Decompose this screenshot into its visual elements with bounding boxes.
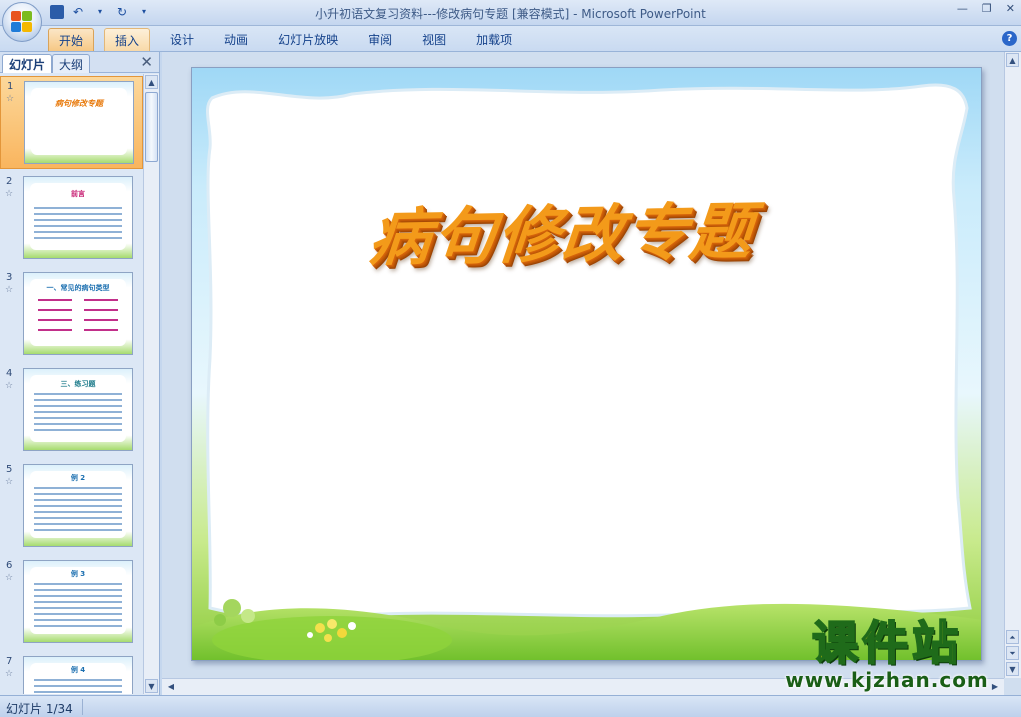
ribbon-tabs: 开始 插入 设计 动画 幻灯片放映 审阅 视图 加载项	[48, 28, 532, 51]
slide-thumbnail-6[interactable]: 6 ☆ 例 3	[0, 556, 143, 649]
scroll-down-arrow-icon[interactable]: ▼	[1006, 662, 1019, 676]
thumbnail-image: 例 3	[23, 560, 133, 643]
slide-number: 3	[6, 272, 13, 283]
next-slide-icon[interactable]: ⏷	[1006, 646, 1019, 660]
animation-star-icon: ☆	[5, 477, 14, 487]
minimize-button[interactable]: —	[957, 2, 968, 15]
office-button[interactable]	[2, 2, 42, 42]
tab-addins[interactable]: 加载项	[466, 28, 522, 51]
tab-slideshow[interactable]: 幻灯片放映	[268, 28, 348, 51]
window-controls: — ❐ ✕	[957, 2, 1015, 15]
slide-number: 2	[6, 176, 13, 187]
scroll-left-arrow-icon[interactable]: ◀	[164, 680, 178, 693]
thumbnail-image: 例 4	[23, 656, 133, 694]
tab-review[interactable]: 审阅	[358, 28, 402, 51]
ribbon: 开始 插入 设计 动画 幻灯片放映 审阅 视图 加载项 ?	[0, 26, 1021, 52]
scroll-up-arrow-icon[interactable]: ▲	[1006, 53, 1019, 67]
animation-star-icon: ☆	[5, 285, 14, 295]
scroll-down-arrow-icon[interactable]: ▼	[145, 679, 158, 693]
animation-star-icon: ☆	[6, 94, 15, 104]
tab-slides[interactable]: 幻灯片	[2, 54, 53, 73]
tab-design[interactable]: 设计	[160, 28, 204, 51]
slide-editor: 病句修改专题 ▲ ⏶ ⏷ ▼ ◀ ▶	[162, 52, 1021, 695]
help-icon[interactable]: ?	[1002, 31, 1017, 46]
slide-title[interactable]: 病句修改专题	[348, 180, 777, 277]
thumbnail-image: 例 2	[23, 464, 133, 547]
slide-thumbnail-1[interactable]: 1 ☆ 病句修改专题	[0, 76, 143, 169]
tab-insert[interactable]: 插入	[104, 28, 151, 51]
animation-star-icon: ☆	[5, 669, 14, 679]
slide-number: 6	[6, 560, 13, 571]
thumbnail-list: 1 ☆ 病句修改专题 2 ☆ 前言 3 ☆ 一、常见的病句类型 4 ☆ 三、练习…	[0, 74, 143, 694]
office-logo-icon	[11, 11, 33, 33]
slide-thumbnail-2[interactable]: 2 ☆ 前言	[0, 172, 143, 265]
watermark-url: www.kjzhan.com	[785, 668, 989, 692]
animation-star-icon: ☆	[5, 189, 14, 199]
animation-star-icon: ☆	[5, 381, 14, 391]
thumbnail-title: 例 4	[70, 666, 86, 674]
slide-vertical-scrollbar[interactable]: ▲ ⏶ ⏷ ▼	[1004, 52, 1021, 678]
title-bar: ↶ ▾ ↻ ▾ 小升初语文复习资料---修改病句专题 [兼容模式] - Micr…	[0, 0, 1021, 42]
scroll-up-arrow-icon[interactable]: ▲	[145, 75, 158, 89]
animation-star-icon: ☆	[5, 573, 14, 583]
slide-canvas[interactable]: 病句修改专题	[191, 67, 982, 661]
close-window-button[interactable]: ✕	[1006, 2, 1015, 15]
thumbnail-title: 例 3	[70, 570, 86, 578]
slide-thumbnail-5[interactable]: 5 ☆ 例 2	[0, 460, 143, 553]
slide-thumbnail-4[interactable]: 4 ☆ 三、练习题	[0, 364, 143, 457]
thumbnail-title: 例 2	[70, 474, 86, 482]
slide-number: 4	[6, 368, 13, 379]
restore-button[interactable]: ❐	[982, 2, 992, 15]
thumbnail-title: 病句修改专题	[55, 99, 103, 108]
thumbnail-image: 三、练习题	[23, 368, 133, 451]
thumbnail-scrollbar[interactable]: ▲ ▼	[143, 74, 159, 694]
status-divider	[82, 699, 83, 715]
thumbnail-image: 前言	[23, 176, 133, 259]
previous-slide-icon[interactable]: ⏶	[1006, 630, 1019, 644]
tab-animations[interactable]: 动画	[214, 28, 258, 51]
watermark-chinese: 课件站	[811, 616, 962, 670]
panel-tabs: 幻灯片 大纲 ✕	[0, 52, 159, 73]
tab-outline[interactable]: 大纲	[52, 54, 91, 73]
slide-thumbnail-3[interactable]: 3 ☆ 一、常见的病句类型	[0, 268, 143, 361]
thumbnail-image: 病句修改专题	[24, 81, 134, 164]
thumbnail-title: 前言	[71, 190, 85, 198]
slides-panel: 幻灯片 大纲 ✕ 1 ☆ 病句修改专题 2 ☆ 前言 3 ☆ 一、常见的病句类型…	[0, 52, 160, 695]
window-title: 小升初语文复习资料---修改病句专题 [兼容模式] - Microsoft Po…	[315, 7, 706, 21]
thumbnail-title: 一、常见的病句类型	[46, 284, 110, 292]
tab-view[interactable]: 视图	[412, 28, 456, 51]
thumbnail-title: 三、练习题	[60, 380, 96, 388]
site-watermark: 课件站 www.kjzhan.com	[772, 616, 1002, 692]
slide-number: 5	[6, 464, 13, 475]
status-bar: 幻灯片 1/34	[0, 695, 1021, 717]
tab-home[interactable]: 开始	[48, 28, 95, 51]
thumbnail-image: 一、常见的病句类型	[23, 272, 133, 355]
close-panel-icon[interactable]: ✕	[140, 53, 153, 71]
scrollbar-thumb[interactable]	[145, 92, 158, 162]
slide-thumbnail-7[interactable]: 7 ☆ 例 4	[0, 652, 143, 694]
slide-background-frame	[192, 83, 981, 660]
slide-number: 1	[7, 81, 14, 92]
slide-number: 7	[6, 656, 13, 667]
slide-counter: 幻灯片 1/34	[6, 702, 73, 716]
